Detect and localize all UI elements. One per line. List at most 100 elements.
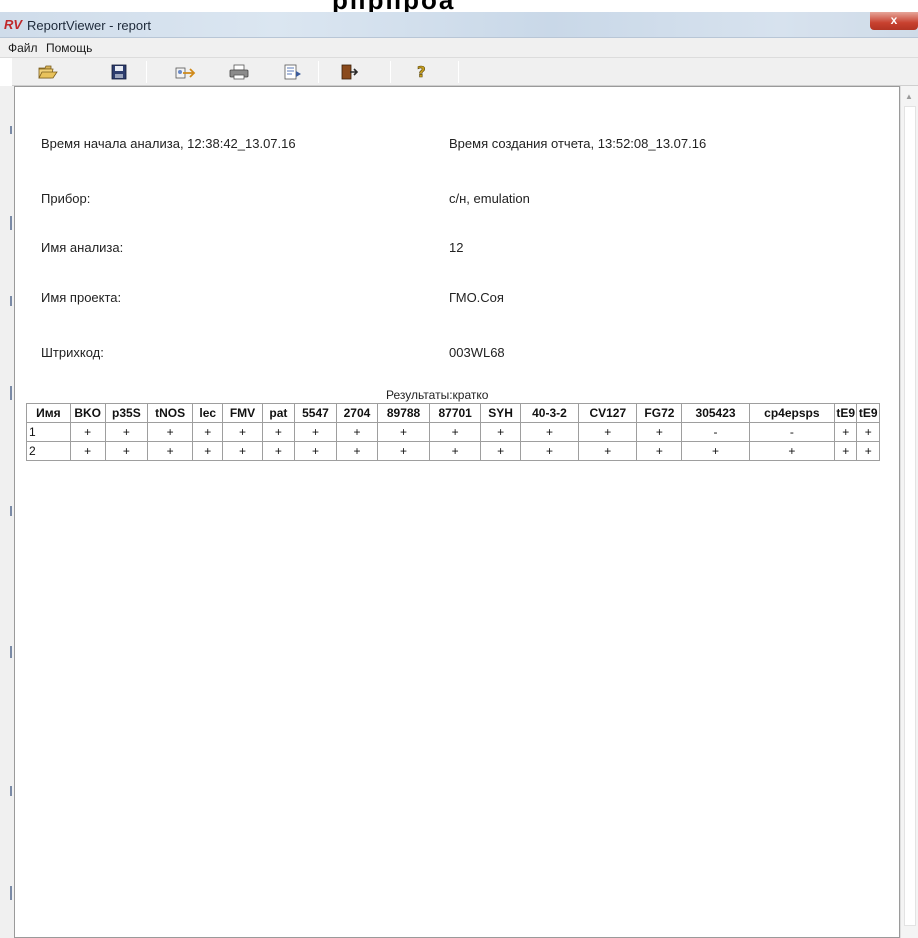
column-header: tE9 [856, 403, 880, 423]
menu-file[interactable]: Файл [8, 41, 38, 55]
results-header-row: Имя BKO p35S tNOS lec FMV pat 5547 2704 89788 8770… [26, 403, 880, 423]
result-cell: + [222, 422, 263, 442]
column-header: p35S [104, 403, 149, 423]
result-cell: + [833, 422, 858, 442]
table-row: 1 + + + + + + + + + + + + + + - - + + [26, 422, 880, 442]
result-cell: + [69, 441, 106, 461]
open-folder-icon[interactable] [35, 62, 61, 82]
result-cell: + [519, 422, 580, 442]
result-cell: + [480, 441, 521, 461]
result-cell: + [294, 441, 337, 461]
result-cell: + [636, 422, 683, 442]
analysis-name-label: Имя анализа: [41, 240, 124, 255]
result-cell: + [294, 422, 337, 442]
result-cell: + [856, 422, 880, 442]
title-bar[interactable]: RV ReportViewer - report x [0, 12, 918, 38]
column-header: lec [192, 403, 224, 423]
row-name-cell: 1 [26, 422, 71, 442]
device-label: Прибор: [41, 191, 91, 206]
result-cell: + [261, 422, 296, 442]
help-icon[interactable]: ? [408, 62, 434, 82]
toolbar: ? [12, 58, 918, 86]
menu-bar: Файл Помощь [0, 38, 918, 58]
toolbar-separator [146, 61, 147, 83]
close-button[interactable]: x [870, 12, 918, 30]
preview-icon[interactable] [280, 62, 306, 82]
analysis-name-value: 12 [449, 240, 464, 255]
result-cell: + [192, 422, 224, 442]
analysis-start-time: Время начала анализа, 12:38:42_13.07.16 [41, 136, 296, 151]
result-cell: + [335, 422, 379, 442]
result-cell: + [261, 441, 296, 461]
result-cell: + [147, 422, 194, 442]
column-header: 87701 [428, 403, 482, 423]
column-header: 40-3-2 [519, 403, 580, 423]
column-header: Имя [26, 403, 71, 423]
result-cell: + [377, 441, 430, 461]
column-header: 5547 [294, 403, 337, 423]
result-cell: + [335, 441, 379, 461]
results-body: 1 + + + + + + + + + + + + + + - - + +2 + + + + + + + + + + + + + + + + + + [26, 422, 880, 461]
barcode-value: 003WL68 [449, 345, 505, 360]
report-viewer-window: RV ReportViewer - report x Файл Помощь ?… [0, 12, 918, 938]
scroll-up-arrow-icon[interactable]: ▲ [905, 92, 913, 101]
column-header: tE9 [833, 403, 858, 423]
svg-text:?: ? [417, 63, 426, 81]
scrollbar-thumb[interactable] [904, 106, 916, 926]
result-cell: + [377, 422, 430, 442]
column-header: CV127 [578, 403, 638, 423]
result-cell: - [681, 422, 750, 442]
export-icon[interactable] [172, 62, 198, 82]
result-cell: + [104, 422, 149, 442]
project-name-label: Имя проекта: [41, 290, 122, 305]
column-header: pat [261, 403, 296, 423]
column-header: tNOS [147, 403, 194, 423]
result-cell: + [104, 441, 149, 461]
result-cell: + [519, 441, 580, 461]
column-header: FMV [222, 403, 263, 423]
column-header: BKO [69, 403, 106, 423]
report-content-area [14, 86, 900, 938]
heading-text: рпрпроа [332, 0, 762, 12]
result-cell: + [856, 441, 880, 461]
document-heading-fragment: рпрпроа [0, 0, 918, 12]
result-cell: + [833, 441, 858, 461]
result-cell: + [636, 441, 683, 461]
column-header: cp4epsps [748, 403, 836, 423]
app-logo-icon: RV [4, 17, 23, 32]
result-cell: + [428, 422, 482, 442]
column-header: FG72 [636, 403, 683, 423]
result-cell: + [147, 441, 194, 461]
result-cell: + [578, 422, 638, 442]
results-table: Имя BKO p35S tNOS lec FMV pat 5547 2704 89788 8770… [26, 403, 880, 461]
result-cell: + [748, 441, 836, 461]
toolbar-separator [458, 61, 459, 83]
table-row: 2 + + + + + + + + + + + + + + + + + + [26, 441, 880, 461]
row-name-cell: 2 [26, 441, 71, 461]
vertical-scrollbar[interactable]: ▲ [900, 86, 918, 938]
window-title: ReportViewer - report [27, 18, 152, 33]
device-value: с/н, emulation [449, 191, 530, 206]
result-cell: + [681, 441, 750, 461]
column-header: 305423 [681, 403, 750, 423]
column-header: 2704 [335, 403, 379, 423]
menu-help[interactable]: Помощь [46, 41, 92, 55]
result-cell: + [428, 441, 482, 461]
results-caption: Результаты:кратко [386, 388, 489, 402]
report-created-time: Время создания отчета, 13:52:08_13.07.16 [449, 136, 707, 151]
window-left-edge [0, 86, 14, 938]
toolbar-separator [390, 61, 391, 83]
toolbar-separator [318, 61, 319, 83]
column-header: 89788 [377, 403, 430, 423]
result-cell: + [69, 422, 106, 442]
result-cell: + [222, 441, 263, 461]
barcode-label: Штрихкод: [41, 345, 104, 360]
exit-door-icon[interactable] [336, 62, 362, 82]
result-cell: - [748, 422, 836, 442]
result-cell: + [578, 441, 638, 461]
save-disk-icon[interactable] [106, 62, 132, 82]
result-cell: + [480, 422, 521, 442]
result-cell: + [192, 441, 224, 461]
print-icon[interactable] [226, 62, 252, 82]
project-name-value: ГМО.Соя [449, 290, 504, 305]
